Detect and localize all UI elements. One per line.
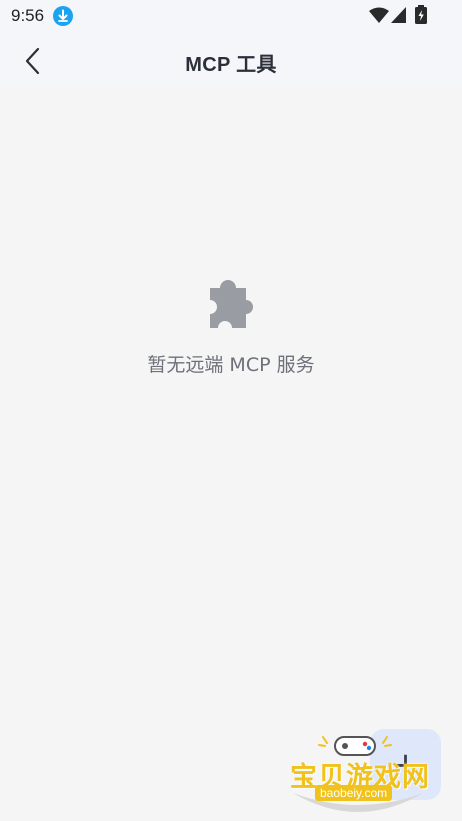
watermark-url: baobeiy.com bbox=[315, 785, 393, 801]
empty-message: 暂无远端 MCP 服务 bbox=[147, 354, 315, 376]
page-title: MCP 工具 bbox=[185, 54, 277, 76]
app-header: MCP 工具 bbox=[0, 32, 462, 88]
wifi-icon bbox=[369, 7, 389, 23]
battery-icon bbox=[414, 5, 428, 24]
status-bar: 9:56 bbox=[0, 0, 462, 32]
signal-icon bbox=[391, 7, 406, 23]
download-icon bbox=[53, 6, 73, 26]
empty-state: 暂无远端 MCP 服务 bbox=[0, 272, 462, 377]
puzzle-icon bbox=[210, 280, 253, 328]
watermark-logo: 宝贝游戏网 baobeiy.com bbox=[283, 731, 433, 817]
status-time: 9:56 bbox=[11, 6, 45, 25]
